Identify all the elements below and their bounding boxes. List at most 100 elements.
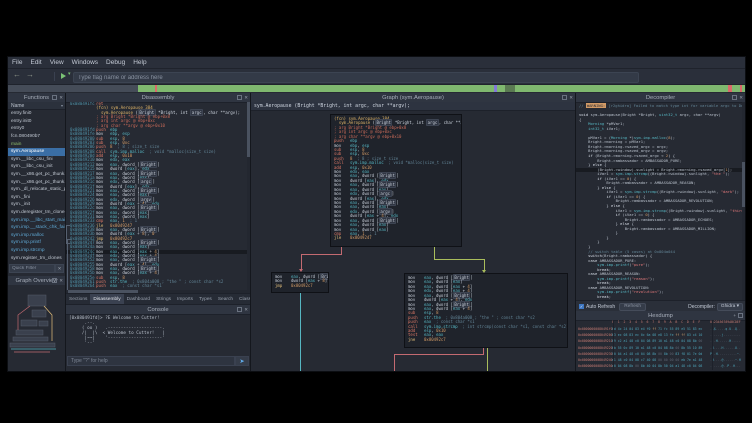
quick-filter-input[interactable]: [9, 264, 55, 273]
disassembly-vscrollbar[interactable]: [247, 102, 250, 290]
undock-icon[interactable]: [237, 95, 242, 100]
function-item[interactable]: sym.Aeropause: [8, 148, 65, 156]
undock-icon[interactable]: [52, 278, 57, 283]
menu-item-help[interactable]: Help: [129, 59, 150, 66]
seekbar-segment: [138, 85, 745, 92]
function-item[interactable]: sym.imp.strcmp: [8, 247, 65, 255]
decompiler-engine-select[interactable]: Ghidra ▾: [717, 303, 743, 311]
address-seekbar[interactable]: [8, 85, 745, 92]
menu-item-windows[interactable]: Windows: [68, 59, 102, 66]
graph-edge-unconditional: [300, 293, 301, 371]
close-icon[interactable]: ✕: [244, 308, 248, 312]
function-item[interactable]: sym.__libc_csu_init: [8, 163, 65, 171]
graph-node[interactable]: moveax, dword [Bright]moveax, dword [eax…: [404, 273, 568, 348]
function-item[interactable]: sym.imp.__libc_start_main: [8, 216, 65, 224]
function-item[interactable]: sym.__x86.get_pc_thunk.bp: [8, 171, 65, 179]
menu-item-file[interactable]: File: [8, 59, 26, 66]
function-item[interactable]: main: [8, 140, 65, 148]
decompiler-vscrollbar[interactable]: [742, 102, 745, 300]
decompiler-code[interactable]: // WARNING: [r2ghidra] Failed to match t…: [576, 102, 745, 300]
hexdump-rows[interactable]: 0x00000000080491f08d 4c 24 04 83 e4 f0 f…: [576, 326, 745, 370]
tab-sections[interactable]: Sections: [66, 294, 90, 304]
close-icon[interactable]: ✕: [569, 96, 573, 100]
filter-clear-icon[interactable]: ✕: [55, 264, 64, 273]
debug-dropdown-icon[interactable]: ▾: [68, 71, 71, 77]
refresh-button[interactable]: Refresh: [619, 303, 646, 311]
decompiler-line[interactable]: break;: [579, 295, 745, 300]
auto-refresh-checkbox[interactable]: ✓: [579, 304, 584, 309]
forward-button[interactable]: →: [26, 70, 34, 79]
function-item[interactable]: fcn.080490b7: [8, 133, 65, 141]
decompiler-warning: // WARNING: [r2ghidra] Failed to match t…: [579, 104, 745, 109]
tab-search[interactable]: Search: [215, 294, 236, 304]
graph-canvas[interactable]: (fcn) sym.Aeropause 384 sym.Aeropause (B…: [251, 111, 575, 371]
function-item[interactable]: sym.register_tm_clones: [8, 254, 65, 262]
decompiler-select-label: Decompiler:: [688, 304, 715, 310]
back-button[interactable]: ←: [13, 70, 21, 79]
tab-disassembly[interactable]: Disassembly: [90, 294, 123, 304]
hexdump-row[interactable]: 0x0000000008049250c0 04 08 8b 00 8b 40 0…: [576, 363, 745, 369]
debug-start-icon[interactable]: [61, 73, 66, 79]
console-line: '--': [69, 341, 250, 346]
graph-edge-true: [484, 259, 485, 270]
edge-arrowhead: [299, 269, 303, 272]
decompiler-panel: Decompiler ✕ // WARNING: [r2ghidra] Fail…: [576, 93, 745, 371]
graph-edge-true: [434, 259, 485, 260]
graph-node-line: jne0x80492c7: [408, 338, 564, 342]
seekbar-segment: [740, 85, 742, 92]
decompiler-line[interactable]: void sym.Aeropause(Bright *Bright, uint3…: [579, 113, 745, 118]
close-icon[interactable]: ✕: [59, 96, 63, 100]
function-item[interactable]: entry.init0: [8, 118, 65, 126]
undock-icon[interactable]: [732, 95, 737, 100]
graph-overview-minimap: [8, 285, 65, 371]
add-icon[interactable]: +: [733, 314, 736, 318]
console-title-text: Console: [147, 307, 168, 313]
omnibar-search-input[interactable]: [73, 72, 639, 83]
seekbar-segment: [505, 85, 515, 92]
graph-title-text: Graph (sym.Aeropause): [382, 95, 444, 101]
tab-imports[interactable]: Imports: [174, 294, 196, 304]
function-item[interactable]: sym.__libc_csu_fini: [8, 156, 65, 164]
tab-strings[interactable]: Strings: [153, 294, 174, 304]
undock-icon[interactable]: [562, 95, 567, 100]
seekbar-segment: [155, 85, 157, 92]
menu-item-view[interactable]: View: [46, 59, 68, 66]
close-icon[interactable]: ✕: [244, 96, 248, 100]
functions-header-label: Name: [11, 103, 24, 109]
graph-overview-canvas[interactable]: [8, 285, 65, 371]
graph-node[interactable]: (fcn) sym.Aeropause 384 sym.Aeropause (B…: [330, 114, 462, 247]
close-icon[interactable]: ✕: [739, 96, 743, 100]
menu-item-debug[interactable]: Debug: [102, 59, 129, 66]
graph-node[interactable]: moveax, dword [Bright]movdword [eax + 8]…: [271, 272, 329, 293]
function-item[interactable]: entry0: [8, 125, 65, 133]
seekbar-segment: [728, 85, 732, 92]
tab-dashboard[interactable]: Dashboard: [124, 294, 153, 304]
undock-icon[interactable]: [52, 95, 57, 100]
function-item[interactable]: sym.imp.malloc: [8, 232, 65, 240]
function-item[interactable]: entry.fini0: [8, 110, 65, 118]
function-item[interactable]: sym._dl_relocate_static_pie: [8, 186, 65, 194]
close-icon[interactable]: ✕: [59, 279, 63, 283]
function-item[interactable]: sym.imp.__stack_chk_fail: [8, 224, 65, 232]
function-item[interactable]: sym.deregister_tm_clones: [8, 209, 65, 217]
disasm-line[interactable]: 0x08049264pusheax ; const char *s1: [70, 284, 250, 288]
function-item[interactable]: sym._init: [8, 201, 65, 209]
undock-icon[interactable]: [237, 307, 242, 312]
console-input[interactable]: [67, 356, 235, 366]
tab-types[interactable]: Types: [196, 294, 215, 304]
graph-overview-title-text: Graph Overview: [16, 278, 58, 284]
console-send-icon[interactable]: ➤: [235, 356, 249, 366]
functions-panel: Functions ✕ Name ▾ entry.fini0entry.init…: [8, 93, 66, 371]
seekbar-segment: [494, 85, 497, 92]
function-item[interactable]: sym.__x86.get_pc_thunk.bx: [8, 178, 65, 186]
disassembly-listing[interactable]: 0x080491fcret(fcn) sym.Aeropause 384 sym…: [66, 102, 250, 290]
menu-item-edit[interactable]: Edit: [26, 59, 45, 66]
undock-icon[interactable]: [738, 313, 743, 318]
console-output: [0x080491fd]> ?E Welcome to Cutter! .--.…: [66, 314, 250, 355]
function-item[interactable]: sym._fini: [8, 194, 65, 202]
hex-separator: [613, 320, 614, 370]
functions-column-header[interactable]: Name ▾: [8, 102, 65, 110]
screen: { "colors": { "window_bg": "#262a33", "a…: [0, 0, 752, 423]
function-item[interactable]: sym.imp.printf: [8, 239, 65, 247]
tab-classes[interactable]: Classes: [236, 294, 250, 304]
